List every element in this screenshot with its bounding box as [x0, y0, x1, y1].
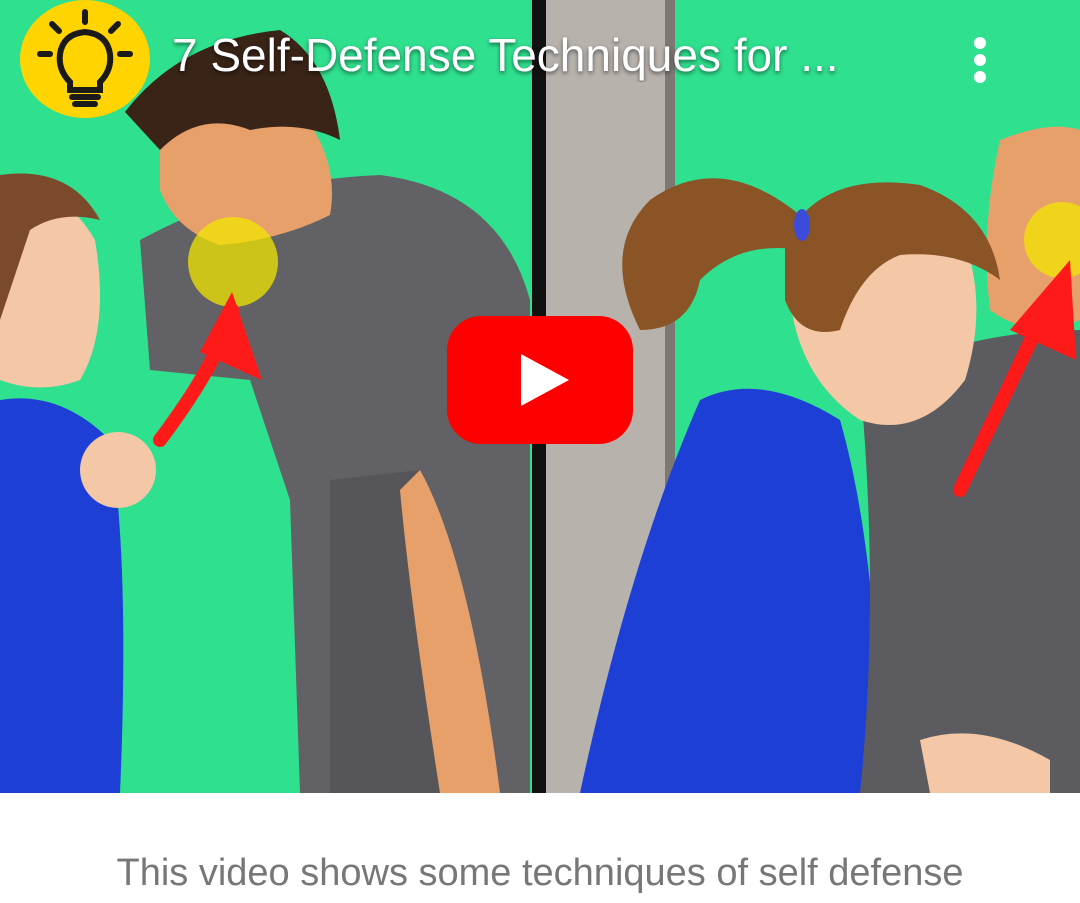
play-button[interactable] [447, 316, 633, 444]
youtube-play-icon [447, 316, 633, 444]
channel-avatar[interactable] [20, 0, 150, 118]
more-options-button[interactable] [955, 30, 1005, 90]
video-title[interactable]: 7 Self-Defense Techniques for ... [172, 28, 912, 82]
lightbulb-icon [37, 9, 133, 107]
video-caption: This video shows some techniques of self… [116, 852, 964, 894]
video-player[interactable]: 7 Self-Defense Techniques for ... [0, 0, 1080, 793]
more-vertical-icon [974, 37, 986, 83]
